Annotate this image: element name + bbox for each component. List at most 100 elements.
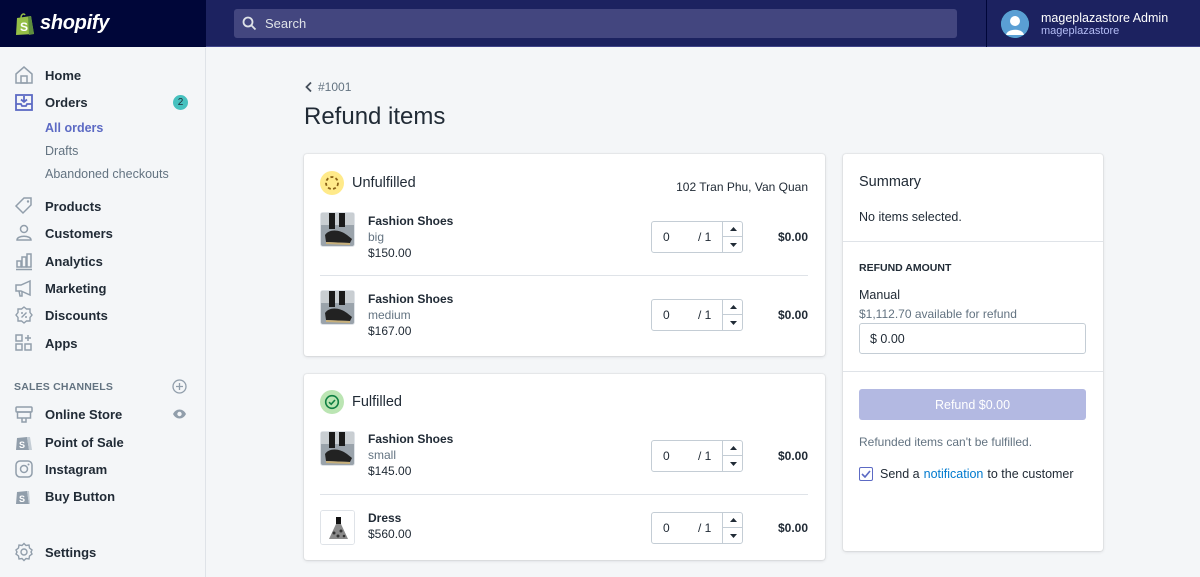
decrement-button[interactable] [722, 237, 743, 252]
sidebar-item-label: Point of Sale [45, 434, 124, 450]
check-circle-icon [324, 394, 340, 410]
sidebar-subitem-drafts[interactable]: Drafts [45, 144, 78, 158]
shoe-image [321, 432, 354, 465]
product-price: $167.00 [368, 324, 412, 338]
user-name: mageplazastore Admin [1041, 10, 1169, 25]
search-input[interactable]: Search [234, 9, 957, 38]
quantity-max: / 1 [698, 449, 712, 463]
caret-down-icon [729, 461, 737, 466]
available-for-refund: $1,112.70 available for refund [859, 307, 1017, 321]
sidebar-channel-buy-button[interactable]: S Buy Button [0, 484, 205, 508]
summary-card: Summary No items selected. REFUND AMOUNT… [843, 154, 1103, 551]
quantity-input[interactable]: 0 [663, 230, 670, 244]
shoe-image [321, 291, 354, 324]
refund-note: Refunded items can't be fulfilled. [859, 435, 1033, 449]
product-thumbnail-shoes [320, 212, 355, 247]
product-thumbnail-dress [320, 510, 355, 545]
decrement-button[interactable] [722, 315, 743, 330]
orders-count-badge: 2 [173, 94, 188, 110]
product-price: $145.00 [368, 464, 412, 478]
quantity-input[interactable]: 0 [663, 449, 670, 463]
sidebar-item-label: Instagram [45, 461, 108, 477]
quantity-stepper[interactable]: 0 / 1 [651, 512, 743, 544]
caret-down-icon [729, 320, 737, 325]
decrement-button[interactable] [722, 528, 743, 543]
manual-label: Manual [859, 288, 900, 302]
dress-image [321, 511, 354, 544]
gear-icon [15, 542, 33, 562]
sidebar-item-label: Buy Button [45, 488, 116, 504]
sidebar-subitem-abandoned-checkouts[interactable]: Abandoned checkouts [45, 167, 169, 181]
increment-button[interactable] [722, 222, 743, 237]
breadcrumb-back[interactable]: #1001 [304, 80, 351, 94]
logo-text: shopify [40, 12, 110, 34]
sidebar-subitem-all-orders[interactable]: All orders [45, 121, 103, 135]
product-thumbnail-shoes [320, 290, 355, 325]
sidebar-channel-online-store[interactable]: Online Store [0, 402, 205, 426]
buy-button-bag-icon: S [16, 491, 30, 504]
user-menu[interactable]: mageplazastore Admin mageplazastore [986, 0, 1200, 47]
sales-channels-heading: SALES CHANNELS [14, 381, 114, 393]
svg-text:S: S [20, 20, 28, 34]
decrement-button[interactable] [722, 456, 743, 471]
quantity-stepper[interactable]: 0 / 1 [651, 440, 743, 472]
quantity-stepper[interactable]: 0 / 1 [651, 299, 743, 331]
increment-button[interactable] [722, 441, 743, 456]
line-item: Fashion Shoes small $145.00 0 / 1 $0.00 [320, 431, 808, 483]
user-store: mageplazastore [1041, 24, 1120, 37]
main-content: #1001 Refund items Unfulfilled 102 Tran … [206, 48, 1200, 577]
sidebar-item-analytics[interactable]: Analytics [0, 249, 205, 273]
refund-button[interactable]: Refund $0.00 [859, 389, 1086, 420]
caret-up-icon [729, 446, 737, 450]
sidebar-item-customers[interactable]: Customers [0, 221, 205, 245]
quantity-stepper[interactable]: 0 / 1 [651, 221, 743, 253]
sidebar-item-home[interactable]: Home [0, 63, 205, 87]
product-variant: medium [368, 308, 411, 322]
pos-bag-icon: S [16, 437, 32, 450]
sidebar-item-settings[interactable]: Settings [0, 540, 205, 564]
top-bar: S shopify Search mageplazastore Admin ma… [0, 0, 1200, 47]
divider [320, 275, 808, 276]
quantity-max: / 1 [698, 521, 712, 535]
sidebar-item-products[interactable]: Products [0, 194, 205, 218]
line-refund-amount: $0.00 [777, 449, 808, 463]
line-item: Fashion Shoes medium $167.00 0 / 1 $0.00 [320, 290, 808, 342]
add-channel-icon[interactable] [172, 379, 187, 394]
unfulfilled-status-icon [320, 171, 344, 195]
customer-icon [16, 224, 32, 241]
line-refund-amount: $0.00 [777, 521, 808, 535]
quantity-input[interactable]: 0 [663, 308, 670, 322]
quantity-max: / 1 [698, 230, 712, 244]
product-thumbnail-shoes [320, 431, 355, 466]
sidebar-item-marketing[interactable]: Marketing [0, 276, 205, 300]
user-avatar-icon [1001, 9, 1029, 38]
shopify-logo[interactable]: S shopify [0, 0, 206, 47]
back-order-number: #1001 [318, 80, 352, 94]
eye-icon[interactable] [172, 408, 187, 420]
search-icon [242, 16, 257, 31]
notify-prefix: Send a [880, 467, 920, 481]
notification-link[interactable]: notification [924, 467, 984, 481]
quantity-input[interactable]: 0 [663, 521, 670, 535]
refund-amount-input[interactable]: $ 0.00 [859, 323, 1086, 354]
fulfilled-title: Fulfilled [352, 394, 402, 410]
line-item: Dress $560.00 0 / 1 $0.00 [320, 509, 808, 549]
sidebar-item-label: Apps [45, 335, 78, 351]
increment-button[interactable] [722, 513, 743, 528]
sidebar-channel-instagram[interactable]: Instagram [0, 457, 205, 481]
product-name: Fashion Shoes [368, 432, 454, 446]
shopify-bag-icon: S [16, 12, 34, 35]
sidebar-item-apps[interactable]: Apps [0, 331, 205, 355]
sidebar-channel-point-of-sale[interactable]: S Point of Sale [0, 430, 205, 454]
sidebar-item-orders[interactable]: Orders 2 [0, 90, 205, 114]
analytics-icon [16, 253, 32, 271]
send-notification-checkbox[interactable] [859, 467, 873, 481]
increment-button[interactable] [722, 300, 743, 315]
product-price: $150.00 [368, 246, 412, 260]
sidebar-item-discounts[interactable]: Discounts [0, 303, 205, 327]
caret-up-icon [729, 518, 737, 522]
fulfilled-status-icon [320, 390, 344, 414]
home-icon [15, 66, 33, 84]
svg-text:S: S [19, 494, 25, 504]
sidebar-item-label: Analytics [45, 253, 103, 269]
